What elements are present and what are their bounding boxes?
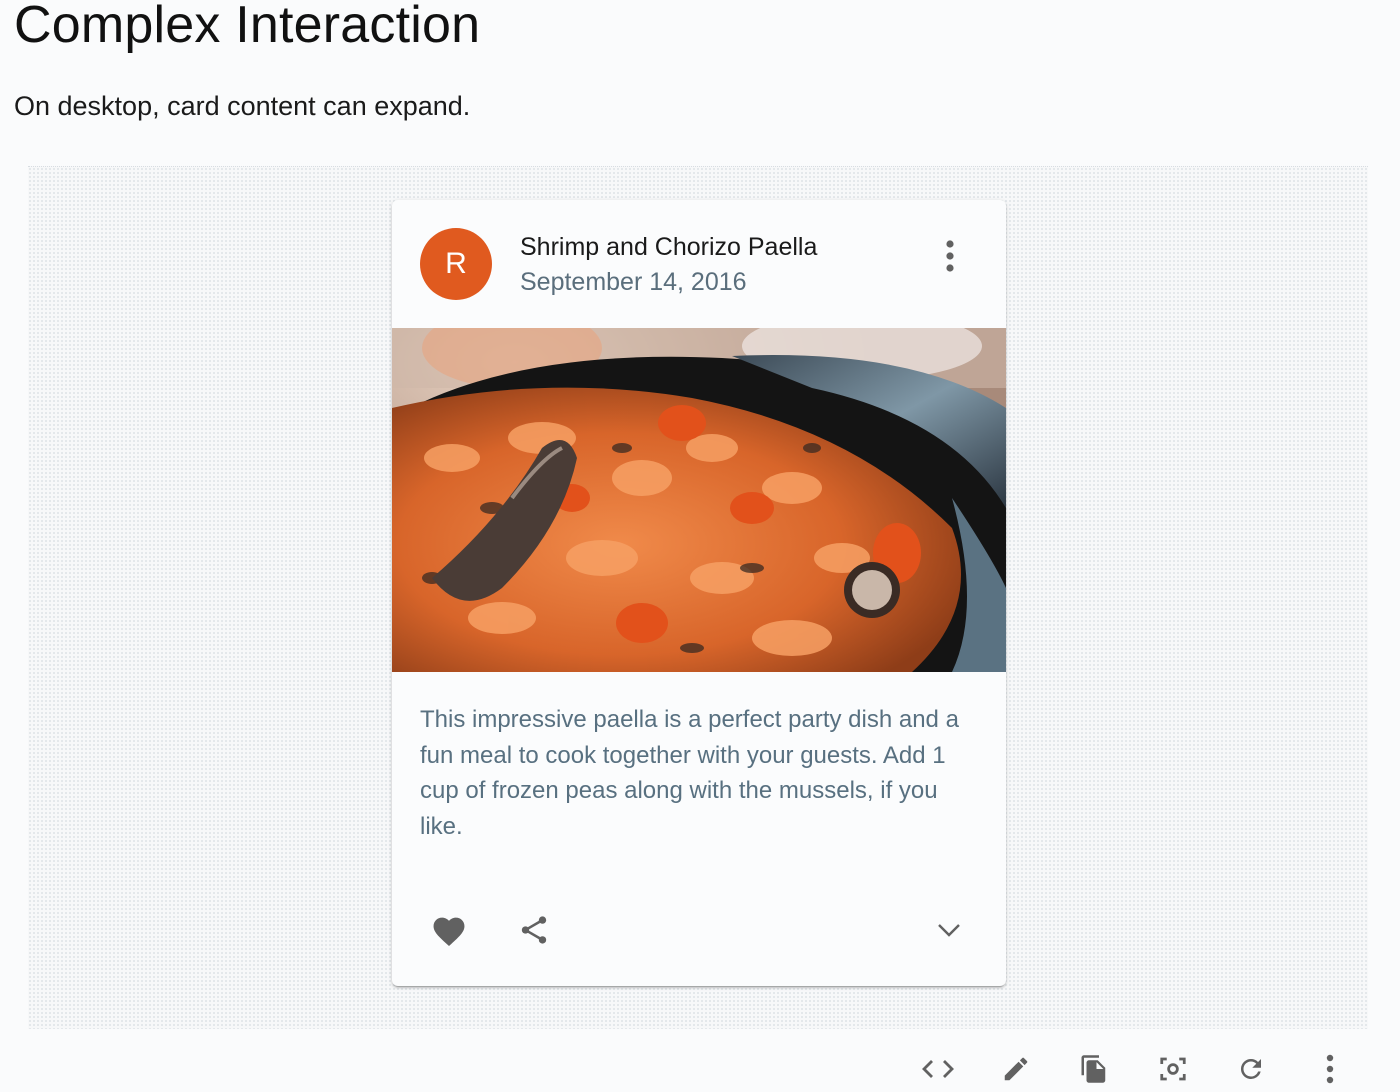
copy-button[interactable] — [1070, 1046, 1118, 1092]
refresh-icon — [1240, 1059, 1261, 1079]
card-subheader: September 14, 2016 — [520, 268, 747, 296]
page: Complex Interaction On desktop, card con… — [0, 0, 1400, 1092]
share-button[interactable] — [506, 902, 562, 958]
card-title: Shrimp and Chorizo Paella — [520, 233, 818, 261]
edit-icon — [1004, 1057, 1028, 1081]
code-icon — [922, 1060, 954, 1078]
edit-button[interactable] — [992, 1046, 1040, 1092]
paella-image — [392, 328, 1006, 672]
chevron-down-icon — [938, 924, 960, 937]
recipe-card: R Shrimp and Chorizo Paella September 14… — [392, 200, 1006, 986]
avatar: R — [420, 228, 492, 300]
page-title: Complex Interaction — [14, 0, 481, 54]
add-to-favorites-button[interactable] — [421, 902, 477, 958]
card-body-text: This impressive paella is a perfect part… — [420, 706, 959, 840]
page-description: On desktop, card content can expand. — [14, 91, 471, 121]
screenshot-icon — [1160, 1057, 1186, 1081]
more-vert-icon — [1326, 1054, 1334, 1084]
share-icon — [521, 916, 547, 944]
expand-button[interactable] — [921, 902, 977, 958]
screenshot-button[interactable] — [1149, 1046, 1197, 1092]
reset-button[interactable] — [1227, 1046, 1275, 1092]
more-options-button[interactable] — [1306, 1046, 1354, 1092]
view-source-button[interactable] — [914, 1046, 962, 1092]
more-vert-icon — [946, 240, 954, 272]
heart-icon — [433, 917, 465, 946]
card-settings-button[interactable] — [926, 232, 974, 280]
copy-icon — [1081, 1055, 1106, 1083]
